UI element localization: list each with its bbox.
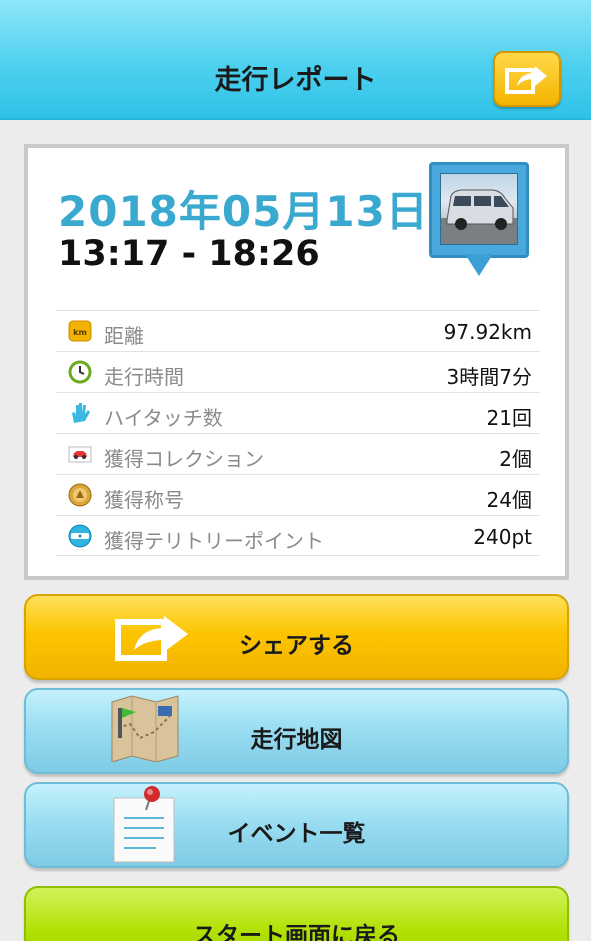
share-button-label: シェアする [239,633,354,659]
stat-label: 距離 [104,324,144,348]
back-to-start-button-label: スタート画面に戻る [193,923,400,941]
stat-label: 獲得コレクション [104,447,264,471]
car-photo-pin[interactable] [429,162,529,284]
app-header: 走行レポート [0,0,591,120]
stat-row-collection: 獲得コレクション 2個 [56,433,540,474]
km-icon: km [68,319,92,343]
stat-label: 走行時間 [104,365,184,389]
stat-label: 獲得称号 [104,488,184,512]
car-card-icon [68,442,92,466]
share-arrow-icon [505,66,547,94]
svg-text:km: km [73,328,87,337]
photo-frame [429,162,529,258]
stat-row-territory: 獲得テリトリーポイント 240pt [56,515,540,556]
car-photo [440,173,518,245]
photo-pin-pointer [465,254,493,276]
stat-row-titles: 獲得称号 24個 [56,474,540,515]
drive-map-button-label: 走行地図 [250,727,343,753]
stat-row-drive-time: 走行時間 3時間7分 [56,351,540,392]
clock-icon [68,360,92,384]
stat-value: 240pt [473,525,532,549]
report-card: 2018年05月13日 13:17 - 18:26 km 距離 97.92km … [24,144,569,580]
report-date: 2018年05月13日 [58,187,429,236]
header-share-button[interactable] [493,51,561,107]
stat-label: ハイタッチ数 [104,406,223,430]
spot-icon [68,524,92,548]
stat-row-distance: km 距離 97.92km [56,310,540,351]
stat-value: 21回 [486,406,532,430]
event-list-button[interactable]: イベント一覧 [24,782,569,868]
stat-row-hi-touch: ハイタッチ数 21回 [56,392,540,433]
stat-value: 24個 [486,488,532,512]
drive-map-button[interactable]: 走行地図 [24,688,569,774]
stat-value: 97.92km [443,320,532,344]
title-medal-icon [68,483,92,507]
stat-label: 獲得テリトリーポイント [104,529,324,553]
stat-value: 3時間7分 [446,365,532,389]
hi-touch-icon [68,401,92,425]
share-button[interactable]: シェアする [24,594,569,680]
back-to-start-button[interactable]: スタート画面に戻る [24,886,569,941]
report-time-range: 13:17 - 18:26 [58,234,320,274]
car-icon [441,189,517,244]
stats-list: km 距離 97.92km 走行時間 3時間7分 ハイタッチ数 21回 獲得コレ… [56,310,540,556]
event-list-button-label: イベント一覧 [227,821,366,847]
stat-value: 2個 [499,447,532,471]
